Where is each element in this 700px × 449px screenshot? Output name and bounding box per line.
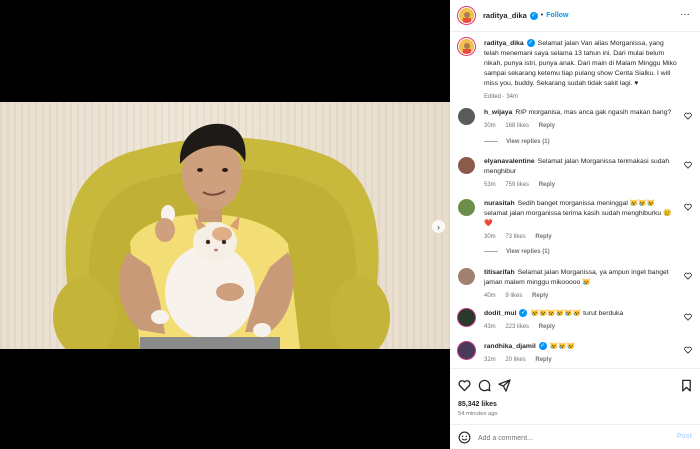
more-icon[interactable]: ··· xyxy=(680,9,690,20)
caption-edited: Edited · 34m xyxy=(484,94,519,100)
view-replies-button[interactable]: View replies (1) xyxy=(484,139,550,145)
comment-time: 32m xyxy=(484,357,496,363)
reply-button[interactable]: Reply xyxy=(532,293,548,299)
post-time: 54 minutes ago xyxy=(458,411,498,417)
comment-username[interactable]: h_wijaya xyxy=(484,109,512,116)
comment-username[interactable]: dodit_mul xyxy=(484,310,516,317)
avatar-face-icon xyxy=(459,8,474,23)
reply-button[interactable]: Reply xyxy=(539,324,555,330)
commenter-avatar[interactable] xyxy=(458,268,475,285)
comment-likes[interactable]: 20 likes xyxy=(505,357,525,363)
emoji-icon[interactable] xyxy=(458,431,471,444)
commenter-avatar[interactable] xyxy=(458,199,475,216)
caption-text: Selamat jalan Van alias Morganissa, yang… xyxy=(484,40,677,87)
heart-icon[interactable] xyxy=(684,272,692,280)
post-actions: 85,342 likes 54 minutes ago Post xyxy=(450,368,700,449)
comment-text: 😿😿😿 xyxy=(549,343,576,350)
likes-count[interactable]: 85,342 likes xyxy=(458,401,497,408)
comment-time: 43m xyxy=(484,324,496,330)
post-media: › xyxy=(0,0,450,449)
post-header: raditya_dika ✓ • Follow ··· xyxy=(450,0,700,32)
comment-composer: Post xyxy=(450,424,700,449)
author-avatar[interactable] xyxy=(458,7,475,24)
heart-icon[interactable] xyxy=(684,313,692,321)
comment-time: 30m xyxy=(484,234,496,240)
verified-icon: ✓ xyxy=(526,39,535,48)
comment-likes[interactable]: 73 likes xyxy=(505,234,525,240)
comment-time: 30m xyxy=(484,123,496,129)
comment-likes[interactable]: 223 likes xyxy=(505,324,529,330)
comment-likes[interactable]: 9 likes xyxy=(505,293,522,299)
comment-likes[interactable]: 168 likes xyxy=(505,123,529,129)
caption-avatar[interactable] xyxy=(458,38,475,55)
view-replies-button[interactable]: View replies (1) xyxy=(484,249,550,255)
avatar-face-icon xyxy=(459,39,474,54)
comment-text: RIP morganisa, mas anca gak ngasih makan… xyxy=(515,109,672,116)
reply-button[interactable]: Reply xyxy=(539,182,555,188)
verified-icon: ✓ xyxy=(529,11,538,20)
post-panel: raditya_dika ✓ • Follow ··· raditya_dika… xyxy=(450,0,700,449)
comment-time: 40m xyxy=(484,293,496,299)
chevron-right-icon: › xyxy=(437,221,440,232)
heart-icon[interactable] xyxy=(684,112,692,120)
comment-text: 😿😿😿😿😿😿 turut berduka xyxy=(530,310,624,317)
heart-icon[interactable] xyxy=(684,203,692,211)
comment-username[interactable]: titisarifah xyxy=(484,269,515,276)
share-icon[interactable] xyxy=(498,379,511,392)
bookmark-icon[interactable] xyxy=(680,379,693,392)
reply-button[interactable]: Reply xyxy=(539,123,555,129)
comment-likes[interactable]: 759 likes xyxy=(505,182,529,188)
heart-icon[interactable] xyxy=(458,379,471,392)
reply-button[interactable]: Reply xyxy=(535,234,551,240)
caption-username[interactable]: raditya_dika xyxy=(484,40,524,47)
commenter-avatar[interactable] xyxy=(458,342,475,359)
comment-username[interactable]: elyanavalentine xyxy=(484,158,535,165)
next-image-button[interactable]: › xyxy=(432,220,445,233)
verified-icon: ✓ xyxy=(538,342,547,351)
comment-icon[interactable] xyxy=(478,379,491,392)
comment-username[interactable]: nurasitah xyxy=(484,200,515,207)
separator-dot: • xyxy=(540,12,544,19)
post-comment-button[interactable]: Post xyxy=(677,433,692,440)
commenter-avatar[interactable] xyxy=(458,157,475,174)
comment-time: 53m xyxy=(484,182,496,188)
heart-icon[interactable] xyxy=(684,346,692,354)
comments-list[interactable]: raditya_dika ✓ Selamat jalan Van alias Mor… xyxy=(450,33,700,368)
comment-input[interactable] xyxy=(478,431,658,445)
heart-icon[interactable] xyxy=(684,161,692,169)
photo-scene xyxy=(53,123,390,349)
comment-username[interactable]: randhika_djamil xyxy=(484,343,536,350)
commenter-avatar[interactable] xyxy=(458,108,475,125)
reply-button[interactable]: Reply xyxy=(535,357,551,363)
author-username[interactable]: raditya_dika xyxy=(483,11,527,20)
post-photo xyxy=(0,102,450,349)
verified-icon: ✓ xyxy=(519,309,528,318)
commenter-avatar[interactable] xyxy=(458,309,475,326)
follow-button[interactable]: Follow xyxy=(546,12,568,19)
